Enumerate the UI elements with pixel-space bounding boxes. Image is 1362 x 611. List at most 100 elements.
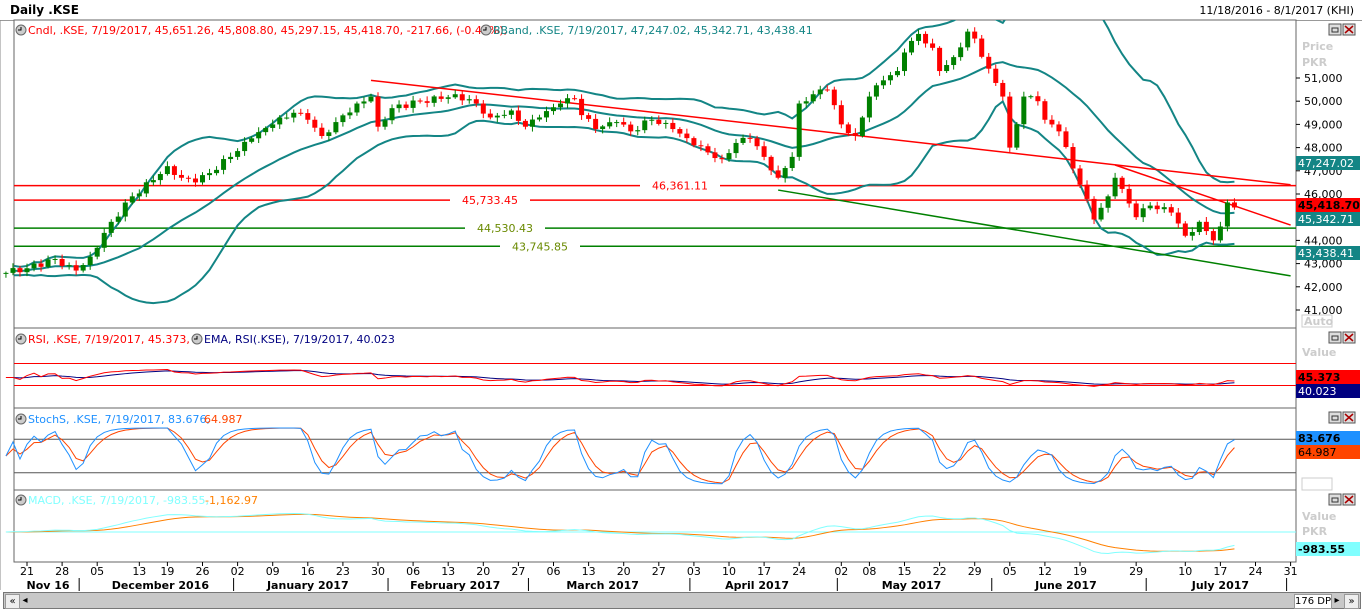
candle-body — [768, 156, 774, 171]
date-tick-label: 29 — [1129, 565, 1143, 578]
candle-body — [831, 89, 837, 106]
candle[interactable] — [1182, 221, 1188, 238]
candle-body — [347, 112, 353, 116]
value-axis-title: Value — [1302, 346, 1336, 359]
candle-body — [10, 268, 16, 273]
candle[interactable] — [1133, 200, 1139, 220]
candle[interactable] — [375, 92, 381, 132]
candle-body — [873, 85, 879, 97]
candle-body — [136, 193, 142, 197]
panel-minimize-button[interactable] — [1328, 23, 1342, 36]
scroll-left-icon[interactable]: ◂ — [20, 594, 30, 607]
candle-body — [38, 263, 44, 267]
candle[interactable] — [1014, 121, 1020, 150]
candle-body — [705, 146, 711, 153]
date-tick-label: 10 — [1178, 565, 1192, 578]
candle-body — [326, 132, 332, 136]
candle-body — [45, 259, 51, 267]
panel-minimize-button[interactable] — [1328, 331, 1342, 344]
scroll-right-icon[interactable]: ▸ — [1332, 594, 1342, 607]
candle-body — [1091, 198, 1097, 220]
bb-lower-tag: 43,438.41 — [1298, 247, 1354, 260]
candle-body — [1119, 177, 1125, 189]
candle-body — [754, 138, 760, 147]
candle-body — [1105, 196, 1111, 208]
candle-body — [522, 120, 528, 127]
candle-body — [824, 89, 830, 91]
panel-minimize-button[interactable] — [1328, 411, 1342, 424]
candle-body — [543, 111, 549, 118]
candle-body — [129, 196, 135, 203]
candle-body — [1189, 232, 1195, 236]
candle-body — [642, 120, 648, 131]
candle-body — [558, 103, 564, 108]
macd-legend: MACD, .KSE, 7/19/2017, -983.55, — [28, 494, 209, 507]
candle-body — [1098, 207, 1104, 220]
line-label: 43,745.85 — [512, 240, 568, 253]
date-tick-label: 24 — [792, 565, 806, 578]
candle[interactable] — [796, 100, 802, 161]
date-tick-label: 08 — [862, 565, 876, 578]
candle-body — [993, 68, 999, 83]
candle[interactable] — [859, 115, 865, 138]
candle-body — [866, 96, 872, 118]
candle-body — [122, 202, 128, 217]
candle-body — [291, 112, 297, 118]
candle-body — [164, 166, 170, 175]
candle-body — [185, 177, 191, 179]
price-tick-label: 50,000 — [1304, 95, 1343, 108]
auto-scale-button[interactable] — [1301, 477, 1333, 491]
candle-body — [368, 96, 374, 102]
candle[interactable] — [1007, 91, 1013, 152]
candle-body — [747, 137, 753, 139]
candle-body — [1168, 207, 1174, 213]
candle-body — [277, 117, 283, 125]
stoch-k-tag: 83.676 — [1298, 432, 1341, 445]
date-tick-label: 28 — [55, 565, 69, 578]
candle-body — [508, 110, 514, 115]
candle-body — [600, 126, 606, 130]
date-tick-label: 19 — [1073, 565, 1087, 578]
candle-body — [396, 104, 402, 109]
time-scrollbar[interactable]: « ◂ 176 DP ▸ » — [3, 592, 1361, 609]
scroll-start-button[interactable]: « — [5, 594, 20, 609]
date-tick-label: 05 — [1003, 565, 1017, 578]
candle-body — [649, 119, 655, 121]
candle-body — [171, 166, 177, 175]
candle[interactable] — [1021, 91, 1027, 130]
candle-body — [417, 100, 423, 102]
candle-body — [501, 114, 507, 116]
price-axis-title: Price — [1302, 40, 1333, 53]
candle-body — [403, 104, 409, 108]
panel-minimize-button[interactable] — [1328, 493, 1342, 506]
candle-body — [480, 103, 486, 114]
candle-body — [473, 99, 479, 104]
candle-body — [256, 132, 262, 139]
candle-body — [1210, 231, 1216, 241]
candle-body — [452, 94, 458, 98]
candle-body — [305, 113, 311, 120]
scroll-end-button[interactable]: » — [1344, 594, 1359, 609]
candle-body — [712, 152, 718, 159]
close-price-tag: 45,418.70 — [1298, 199, 1360, 212]
candle-body — [1154, 205, 1160, 210]
candle-body — [410, 100, 416, 108]
candle-body — [761, 146, 767, 157]
date-tick-label: 05 — [90, 565, 104, 578]
candle-body — [726, 153, 732, 160]
candle-body — [551, 107, 556, 112]
candle-body — [157, 174, 163, 181]
candle[interactable] — [3, 271, 9, 278]
candle-body — [1014, 124, 1020, 148]
candle-body — [972, 31, 978, 39]
line-label: 45,733.45 — [462, 194, 518, 207]
candle-body — [445, 97, 451, 99]
date-tick-label: 02 — [231, 565, 245, 578]
candle-body — [340, 115, 346, 123]
data-points-count[interactable]: 176 DP — [1294, 594, 1332, 609]
chart-canvas[interactable]: 46,361.11 45,733.45 44,530.43 43,745.85 Cndl… — [0, 0, 1362, 611]
candle-legend: Cndl, .KSE, 7/19/2017, 45,651.26, 45,808… — [28, 24, 507, 37]
line-label: 46,361.11 — [652, 180, 708, 193]
candle-body — [312, 119, 318, 128]
month-label: March 2017 — [566, 579, 639, 592]
